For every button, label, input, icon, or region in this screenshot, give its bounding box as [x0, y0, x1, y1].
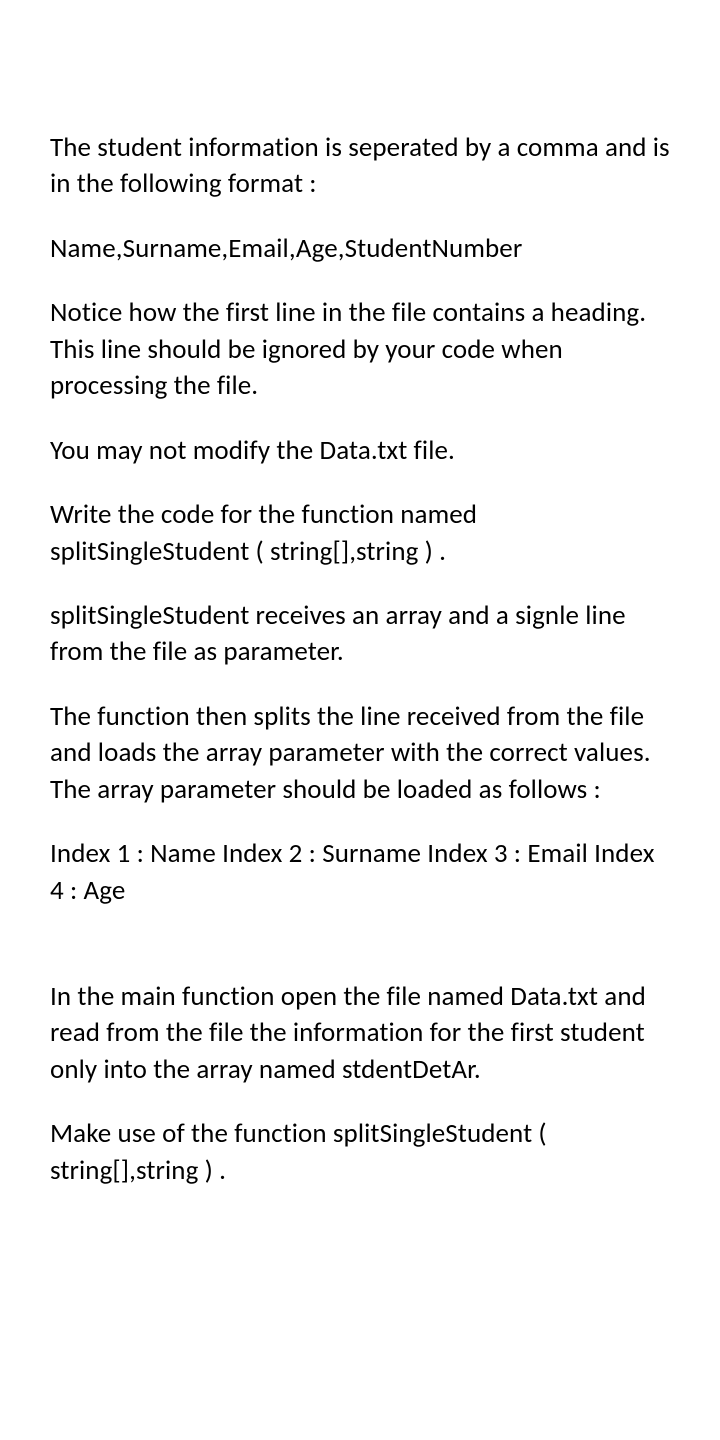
paragraph-splits: The function then splits the line receiv…: [50, 699, 670, 808]
paragraph-no-modify: You may not modify the Data.txt file.: [50, 433, 670, 469]
paragraph-heading-note: Notice how the first line in the file co…: [50, 295, 670, 404]
paragraph-make-use: Make use of the function splitSingleStud…: [50, 1116, 670, 1189]
paragraph-format: Name,Surname,Email,Age,StudentNumber: [50, 231, 670, 267]
paragraph-index-map: Index 1 : Name Index 2 : Surname Index 3…: [50, 836, 670, 909]
paragraph-main-function: In the main function open the file named…: [50, 979, 670, 1088]
paragraph-intro: The student information is seperated by …: [50, 130, 670, 203]
paragraph-write-code: Write the code for the function named sp…: [50, 497, 670, 570]
paragraph-receives: splitSingleStudent receives an array and…: [50, 598, 670, 671]
